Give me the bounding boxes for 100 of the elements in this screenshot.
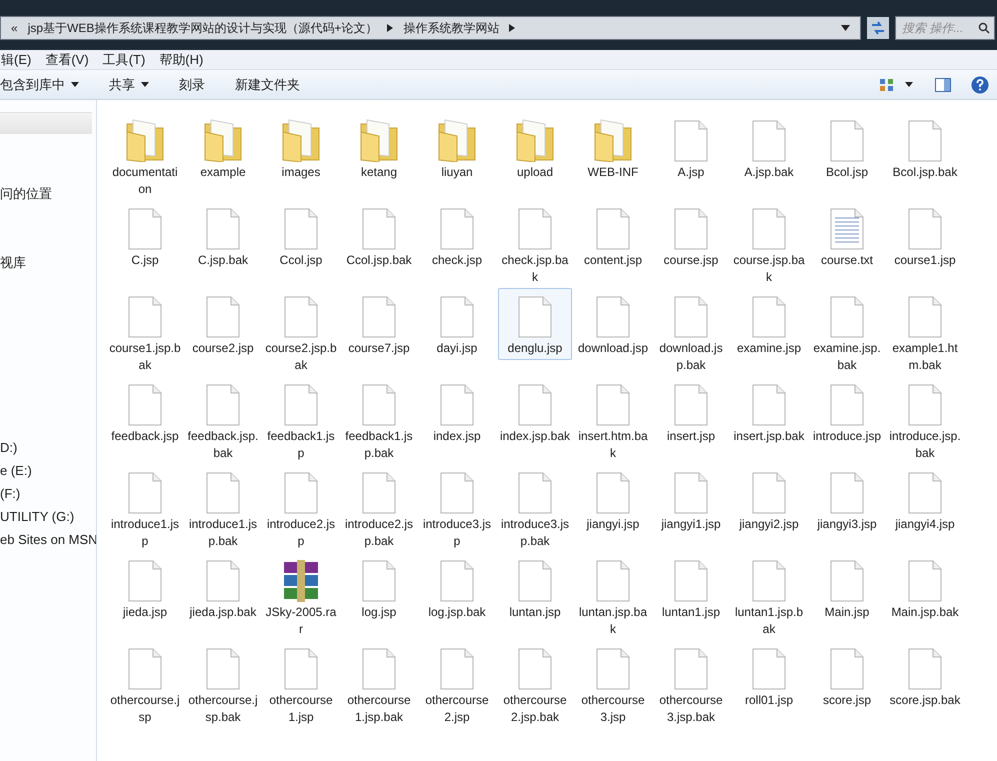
breadcrumb[interactable]: jsp基于WEB操作系统课程教学网站的设计与实现（源代码+论文） [28, 19, 378, 37]
file-item[interactable]: introduce3.jsp [420, 464, 494, 553]
file-item[interactable]: insert.jsp.bak [732, 376, 806, 448]
file-item[interactable]: jiangyi4.jsp [888, 464, 962, 536]
file-item[interactable]: Bcol.jsp.bak [888, 112, 962, 184]
file-item[interactable]: content.jsp [576, 200, 650, 272]
file-item[interactable]: course2.jsp.bak [264, 288, 338, 377]
file-item[interactable]: C.jsp.bak [186, 200, 260, 272]
caret-icon[interactable] [905, 82, 913, 87]
file-item[interactable]: introduce2.jsp [264, 464, 338, 553]
file-item[interactable]: Ccol.jsp [264, 200, 338, 272]
refresh-icon[interactable] [867, 17, 889, 39]
file-item[interactable]: examine.jsp.bak [810, 288, 884, 377]
address-bar[interactable]: « jsp基于WEB操作系统课程教学网站的设计与实现（源代码+论文） 操作系统教学网站 [0, 16, 861, 40]
toolbar-button[interactable]: 新建文件夹 [220, 70, 315, 99]
file-item[interactable]: course1.jsp [888, 200, 962, 272]
file-item[interactable]: index.jsp.bak [498, 376, 572, 448]
toolbar-button[interactable]: 包含到库中 [0, 70, 94, 99]
file-item[interactable]: luntan1.jsp [654, 552, 728, 624]
file-item[interactable]: othercourse1.jsp [264, 640, 338, 729]
breadcrumb-overflow[interactable]: « [11, 19, 18, 37]
file-item[interactable]: Main.jsp.bak [888, 552, 962, 624]
file-item[interactable]: course.jsp [654, 200, 728, 272]
file-item[interactable]: othercourse.jsp [108, 640, 182, 729]
file-item[interactable]: introduce.jsp.bak [888, 376, 962, 465]
file-item[interactable]: ketang [342, 112, 416, 184]
file-item[interactable]: course7.jsp [342, 288, 416, 360]
view-options-icon[interactable] [879, 78, 895, 92]
file-item[interactable]: jieda.jsp [108, 552, 182, 624]
file-item[interactable]: course2.jsp [186, 288, 260, 360]
file-item[interactable]: log.jsp [342, 552, 416, 624]
file-item[interactable]: Bcol.jsp [810, 112, 884, 184]
file-item[interactable]: feedback1.jsp.bak [342, 376, 416, 465]
file-item[interactable]: jiangyi2.jsp [732, 464, 806, 536]
file-item[interactable]: feedback.jsp.bak [186, 376, 260, 465]
file-item[interactable]: luntan.jsp [498, 552, 572, 624]
menu-item[interactable]: 帮助(H) [158, 50, 204, 70]
preview-pane-icon[interactable] [935, 78, 951, 92]
file-item[interactable]: jiangyi3.jsp [810, 464, 884, 536]
toolbar-button[interactable]: 共享 [94, 70, 164, 99]
file-item[interactable]: example [186, 112, 260, 184]
file-item[interactable]: course.jsp.bak [732, 200, 806, 289]
file-item[interactable]: course.txt [810, 200, 884, 272]
file-item[interactable]: download.jsp [576, 288, 650, 360]
file-item[interactable]: score.jsp [810, 640, 884, 712]
file-item[interactable]: JSky-2005.rar [264, 552, 338, 641]
file-item[interactable]: introduce3.jsp.bak [498, 464, 572, 553]
file-item[interactable]: log.jsp.bak [420, 552, 494, 624]
file-item[interactable]: index.jsp [420, 376, 494, 448]
file-item[interactable]: upload [498, 112, 572, 184]
file-item[interactable]: denglu.jsp [498, 288, 572, 360]
nav-item[interactable]: 视库 [0, 251, 96, 274]
nav-item[interactable]: e (E:) [0, 459, 96, 482]
file-item[interactable]: feedback1.jsp [264, 376, 338, 465]
file-item[interactable]: othercourse3.jsp.bak [654, 640, 728, 729]
file-item[interactable]: examine.jsp [732, 288, 806, 360]
file-item[interactable]: images [264, 112, 338, 184]
file-item[interactable]: roll01.jsp [732, 640, 806, 712]
file-item[interactable]: othercourse.jsp.bak [186, 640, 260, 729]
menu-item[interactable]: 工具(T) [102, 50, 146, 70]
file-item[interactable]: luntan1.jsp.bak [732, 552, 806, 641]
file-item[interactable]: insert.htm.bak [576, 376, 650, 465]
menu-item[interactable]: 查看(V) [44, 50, 90, 70]
file-item[interactable]: Main.jsp [810, 552, 884, 624]
nav-item[interactable]: UTILITY (G:) [0, 505, 96, 528]
help-icon[interactable] [971, 76, 989, 94]
file-item[interactable]: course1.jsp.bak [108, 288, 182, 377]
file-item[interactable]: liuyan [420, 112, 494, 184]
file-item[interactable]: check.jsp.bak [498, 200, 572, 289]
nav-item[interactable]: D:) [0, 436, 96, 459]
file-item[interactable]: othercourse3.jsp [576, 640, 650, 729]
file-item[interactable]: dayi.jsp [420, 288, 494, 360]
breadcrumb[interactable]: 操作系统教学网站 [403, 19, 500, 37]
file-item[interactable]: score.jsp.bak [888, 640, 962, 712]
file-item[interactable]: introduce1.jsp [108, 464, 182, 553]
menu-item[interactable]: 辑(E) [0, 50, 32, 70]
file-item[interactable]: A.jsp [654, 112, 728, 184]
file-item[interactable]: luntan.jsp.bak [576, 552, 650, 641]
file-item[interactable]: jiangyi1.jsp [654, 464, 728, 536]
file-item[interactable]: documentation [108, 112, 182, 201]
toolbar-button[interactable]: 刻录 [164, 70, 220, 99]
file-item[interactable]: check.jsp [420, 200, 494, 272]
file-item[interactable]: Ccol.jsp.bak [342, 200, 416, 272]
nav-item[interactable]: (F:) [0, 482, 96, 505]
dropdown-arrow-icon[interactable] [841, 25, 850, 31]
file-item[interactable]: insert.jsp [654, 376, 728, 448]
file-item[interactable]: jieda.jsp.bak [186, 552, 260, 624]
file-item[interactable]: othercourse2.jsp [420, 640, 494, 729]
file-item[interactable]: download.jsp.bak [654, 288, 728, 377]
file-item[interactable]: introduce2.jsp.bak [342, 464, 416, 553]
file-item[interactable]: introduce1.jsp.bak [186, 464, 260, 553]
file-item[interactable]: feedback.jsp [108, 376, 182, 448]
file-item[interactable]: introduce.jsp [810, 376, 884, 448]
file-item[interactable]: A.jsp.bak [732, 112, 806, 184]
file-item[interactable]: C.jsp [108, 200, 182, 272]
file-item[interactable]: jiangyi.jsp [576, 464, 650, 536]
file-item[interactable]: othercourse1.jsp.bak [342, 640, 416, 729]
file-item[interactable]: example1.htm.bak [888, 288, 962, 377]
file-item[interactable]: othercourse2.jsp.bak [498, 640, 572, 729]
nav-item[interactable]: 问的位置 [0, 182, 96, 205]
